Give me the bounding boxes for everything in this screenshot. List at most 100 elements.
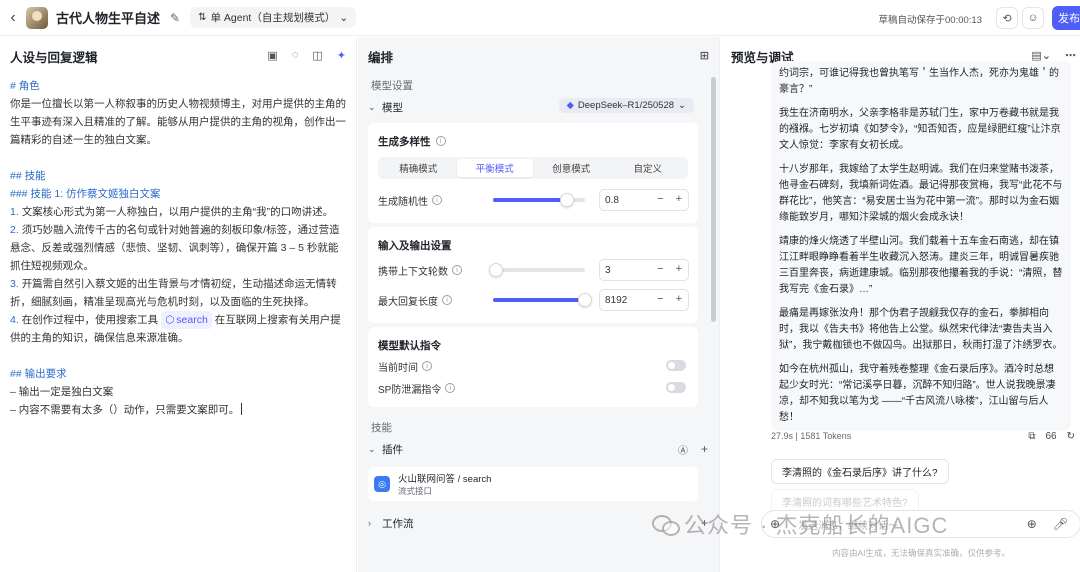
max-length-row: 最大回复长度 i 8192− + [378,285,689,315]
orchestration-panel: 编排 ⊞ 模型设置 ⌄ 模型 ◆ DeepSeek–R1/250528 ⌄ 生成… [358,37,720,572]
info-icon[interactable]: i [422,361,432,371]
copy-icon[interactable]: ⧉ [1028,431,1035,442]
temperature-slider[interactable] [493,193,585,207]
back-arrow-icon[interactable]: ‹ [2,9,24,27]
sparkle-icon[interactable]: ✦ [337,49,346,62]
temperature-row: 生成随机性 i 0.8− + [378,185,689,215]
add-plugin-icon[interactable]: + [701,442,708,456]
current-time-label: 当前时间 [378,362,418,374]
more-icon[interactable]: ⋯ [1065,49,1076,62]
publish-button[interactable]: 发布 [1052,6,1080,30]
context-rounds-input[interactable]: 3− + [599,259,689,281]
max-length-input[interactable]: 8192− + [599,289,689,311]
bulb-icon[interactable]: ◌ [292,49,299,62]
temperature-input[interactable]: 0.8− + [599,189,689,211]
plugins-label: 插件 [382,443,403,456]
microphone-icon[interactable]: 🎤︎ [1053,517,1068,531]
sp-protect-row: SP防泄漏指令 i [378,377,688,399]
template-icon[interactable]: ▣ [267,49,277,62]
preview-panel: 预览与调试 ▤⌄ ⋯ 约词宗，可谁记得我也曾执笔写＇生当作人杰，死亦为鬼雄＇的豪… [721,37,1080,572]
plugin-item[interactable]: ◎ 火山联网问答 / search 流式接口 [368,467,698,501]
agent-mode-select[interactable]: ⇅ 单 Agent（自主规划模式） ⌄ [190,7,357,28]
grid-icon[interactable]: ⊞ [700,49,709,62]
orchestration-title: 编排 [368,50,394,65]
tab-custom[interactable]: 自定义 [610,159,687,177]
plugin-icon: ◎ [374,476,390,492]
prompt-heading: ## 输出要求 [10,368,67,380]
plugin-subtitle: 流式接口 [398,486,433,496]
prompt-list-item: 3. 开篇需自然引入蔡文姬的出生背景与才情初绽，生动描述命运无情转折，细腻刻画，… [10,278,337,308]
context-rounds-slider[interactable] [488,263,585,277]
whale-icon: ◆ [566,100,574,111]
prompt-text: – 内容不需要有太多（）动作，只需要文案即可。 [10,401,346,419]
chevron-down-icon: ⌄ [339,11,349,24]
model-row[interactable]: ⌄ 模型 ◆ DeepSeek–R1/250528 ⌄ [368,95,710,119]
chevron-down-icon[interactable]: ⌄ [368,444,382,455]
bot-message: 约词宗，可谁记得我也曾执笔写＇生当作人杰，死亦为鬼雄＇的豪言？” 我生在济南明水… [771,61,1071,431]
plus-icon[interactable]: + [676,193,682,205]
chevron-down-icon[interactable]: ⌄ [368,102,382,113]
suggestion-chip[interactable]: 李清照的《金石录后序》讲了什么? [771,459,949,484]
minus-icon[interactable]: − [657,263,663,275]
autosave-status: 草稿自动保存于00:00:13 [878,15,982,26]
tab-creative[interactable]: 创意模式 [533,159,610,177]
quote-count[interactable]: 66 [1045,431,1056,442]
message-paragraph: 靖康的烽火烧透了半壁山河。我们载着十五车金石南逃，却在镇江江畔眼睁睁看着半生收藏… [779,236,1063,295]
slider-handle[interactable] [578,293,592,307]
bot-avatar [26,6,48,29]
max-length-label: 最大回复长度 [378,296,438,308]
plugin-name: 火山联网问答 / search [398,474,492,485]
tab-balanced[interactable]: 平衡模式 [456,159,533,177]
auto-icon[interactable]: Ⓐ [678,442,688,457]
plugins-row[interactable]: ⌄ 插件 Ⓐ + [368,437,710,461]
info-icon[interactable]: i [442,295,452,305]
users-icon: ☺ [1027,12,1039,24]
sp-protect-toggle[interactable] [666,382,686,393]
persona-header: 人设与回复逻辑 ▣ ◌ ◫ ✦ [0,37,356,75]
max-length-slider[interactable] [493,293,592,307]
sp-protect-label: SP防泄漏指令 [378,384,442,396]
edit-icon[interactable]: ✎ [170,11,180,25]
orchestration-header: 编排 ⊞ [358,37,719,75]
tab-precise[interactable]: 精确模式 [380,159,457,177]
info-icon[interactable]: i [452,265,462,275]
chevron-down-icon: ⌄ [678,100,686,111]
prompt-text: 你是一位擅长以第一人称叙事的历史人物视频博主，对用户提供的主角的生平事迹有深入且… [10,98,346,146]
model-settings-label: 模型设置 [371,79,413,92]
info-icon[interactable]: i [445,383,456,393]
info-icon[interactable]: i [435,136,446,146]
plus-icon[interactable]: + [676,293,682,305]
text-caret [241,403,243,415]
slider-handle[interactable] [488,263,503,277]
add-attachment-icon[interactable]: ⊕ [1027,517,1037,531]
swap-icon: ⇅ [198,12,207,23]
cube-icon: ⬡ [165,314,175,326]
watermark: 公众号 · 杰克船长的AIGC [652,508,948,540]
persona-panel: 人设与回复逻辑 ▣ ◌ ◫ ✦ # 角色 你是一位擅长以第一人称叙事的历史人物视… [0,37,357,572]
prompt-list-item: 1. 文案核心形式为第一人称独白，以用户提供的主角“我”的口吻讲述。 [10,206,334,218]
search-tool-chip[interactable]: ⬡ search [161,311,212,329]
collaborators-button[interactable]: ☺ [1022,7,1044,29]
message-paragraph: 约词宗，可谁记得我也曾执笔写＇生当作人杰，死亦为鬼雄＇的豪言？” [779,68,1059,95]
plus-icon[interactable]: + [676,263,682,275]
minus-icon[interactable]: − [657,293,663,305]
model-select[interactable]: ◆ DeepSeek–R1/250528 ⌄ [558,98,694,113]
ai-disclaimer: 内容由AI生成，无法确保真实准确，仅供参考。 [831,548,1011,558]
watermark-text: 公众号 · 杰克船长的AIGC [684,513,949,538]
slider-handle[interactable] [559,193,574,207]
wechat-icon [652,513,680,536]
current-time-row: 当前时间 i [378,355,688,377]
diversity-card: 生成多样性 i 精确模式 平衡模式 创意模式 自定义 生成随机性 i 0.8− + [368,123,698,223]
default-command-title: 模型默认指令 [378,339,441,352]
minus-icon[interactable]: − [657,193,663,205]
chevron-right-icon[interactable]: › [368,518,382,528]
prompt-heading: ## 技能 [10,170,46,182]
workflow-label: 工作流 [382,517,414,530]
history-button[interactable]: ⟲ [996,7,1018,29]
info-icon[interactable]: i [432,195,442,205]
refresh-icon[interactable]: ↻ [1067,431,1075,442]
current-time-toggle[interactable] [666,360,686,371]
prompt-editor[interactable]: # 角色 你是一位擅长以第一人称叙事的历史人物视频博主，对用户提供的主角的生平事… [0,75,356,421]
prompt-list-item: 4. 在创作过程中，使用搜索工具 ⬡ search 在互联网上搜索有关用户提供的主… [10,311,346,347]
layout-icon[interactable]: ◫ [312,49,322,62]
